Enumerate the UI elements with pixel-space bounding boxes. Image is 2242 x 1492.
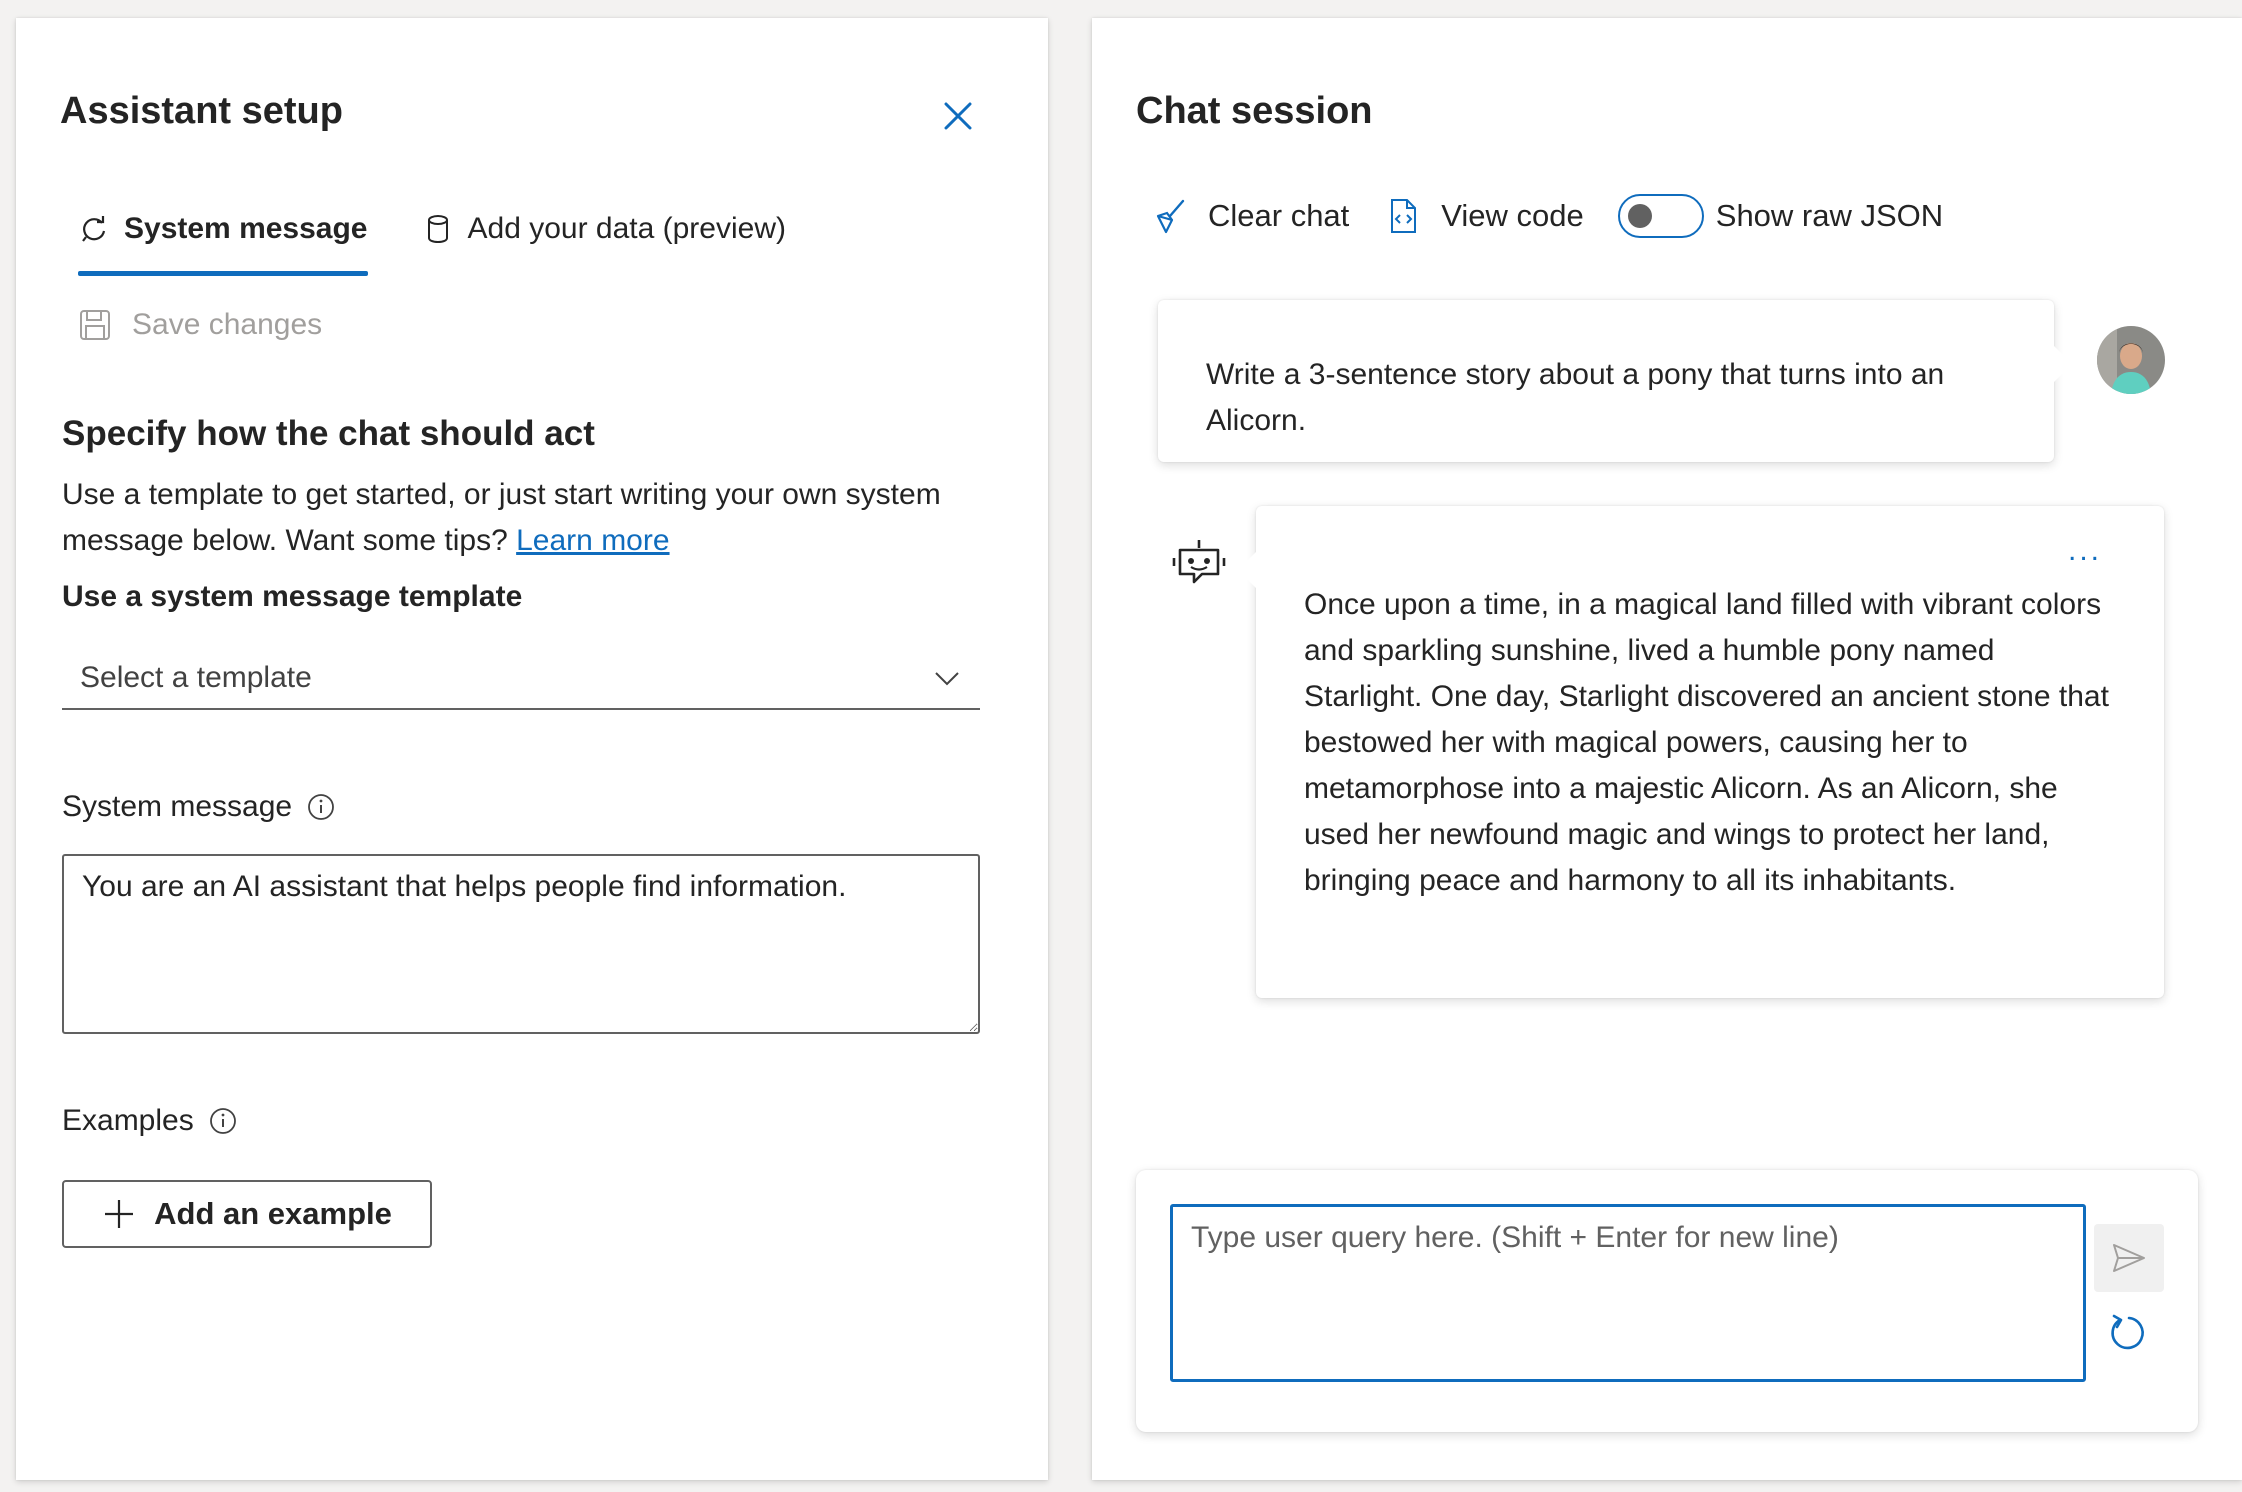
regenerate-icon[interactable] (2106, 1310, 2152, 1356)
system-message-label-text: System message (62, 790, 293, 823)
description-text: Use a template to get started, or just s… (62, 478, 941, 557)
view-code-label: View code (1441, 198, 1584, 233)
assistant-setup-panel: Assistant setup System message Add your … (16, 18, 1048, 1480)
info-icon[interactable] (208, 1106, 238, 1136)
examples-label-text: Examples (62, 1104, 194, 1137)
chevron-down-icon (935, 672, 959, 686)
user-message: Write a 3-sentence story about a pony th… (1158, 300, 2072, 462)
assistant-message-text: Once upon a time, in a magical land fill… (1304, 588, 2109, 897)
raw-json-label: Show raw JSON (1715, 198, 1944, 233)
chat-toolbar: Clear chat View code Show raw JSON (1150, 194, 1943, 238)
plus-icon (105, 1200, 134, 1228)
user-message-text: Write a 3-sentence story about a pony th… (1206, 358, 1945, 437)
section-description: Use a template to get started, or just s… (62, 472, 1022, 564)
save-changes-button[interactable]: Save changes (78, 308, 322, 342)
send-button[interactable] (2094, 1224, 2164, 1292)
add-example-button[interactable]: Add an example (62, 1180, 432, 1248)
user-photo-icon (2097, 326, 2165, 394)
raw-json-toggle-group: Show raw JSON (1617, 194, 1944, 238)
tab-system-message[interactable]: System message (78, 198, 368, 276)
user-query-input[interactable] (1170, 1204, 2086, 1382)
template-dropdown[interactable]: Select a template (62, 648, 980, 710)
close-button[interactable] (936, 94, 980, 138)
code-file-icon (1391, 199, 1417, 233)
tab-system-message-label: System message (124, 212, 368, 245)
system-message-textarea[interactable] (62, 854, 980, 1034)
add-example-label: Add an example (154, 1196, 392, 1231)
template-placeholder: Select a template (80, 661, 312, 694)
database-icon (427, 215, 448, 244)
save-changes-label: Save changes (132, 308, 323, 341)
send-icon (2113, 1244, 2145, 1272)
chat-session-panel: Chat session Clear chat View code Show r… (1092, 18, 2242, 1480)
system-message-label: System message (62, 790, 336, 824)
tab-add-your-data-label: Add your data (preview) (467, 212, 787, 245)
refresh-chat-icon (82, 216, 106, 242)
setup-tabs: System message Add your data (preview) (78, 198, 786, 278)
chat-input-card (1136, 1170, 2198, 1432)
tab-add-your-data[interactable]: Add your data (preview) (422, 198, 787, 260)
user-avatar (2097, 326, 2165, 394)
assistant-message: ... Once upon a time, in a magical land … (1238, 506, 2164, 998)
setup-title: Assistant setup (60, 90, 343, 132)
close-icon (944, 102, 972, 130)
clear-chat-button[interactable]: Clear chat (1150, 196, 1349, 236)
info-icon[interactable] (306, 792, 336, 822)
template-label: Use a system message template (62, 580, 523, 613)
raw-json-toggle[interactable] (1617, 194, 1704, 238)
clear-chat-label: Clear chat (1208, 198, 1350, 233)
examples-label: Examples (62, 1104, 238, 1138)
section-heading: Specify how the chat should act (62, 414, 595, 453)
learn-more-link[interactable]: Learn more (516, 524, 669, 557)
chat-title: Chat session (1136, 90, 1373, 132)
bot-icon (1172, 540, 1226, 584)
view-code-button[interactable]: View code (1383, 196, 1584, 236)
more-options-button[interactable]: ... (2068, 528, 2102, 574)
save-icon (80, 310, 110, 340)
broom-icon (1156, 199, 1185, 234)
